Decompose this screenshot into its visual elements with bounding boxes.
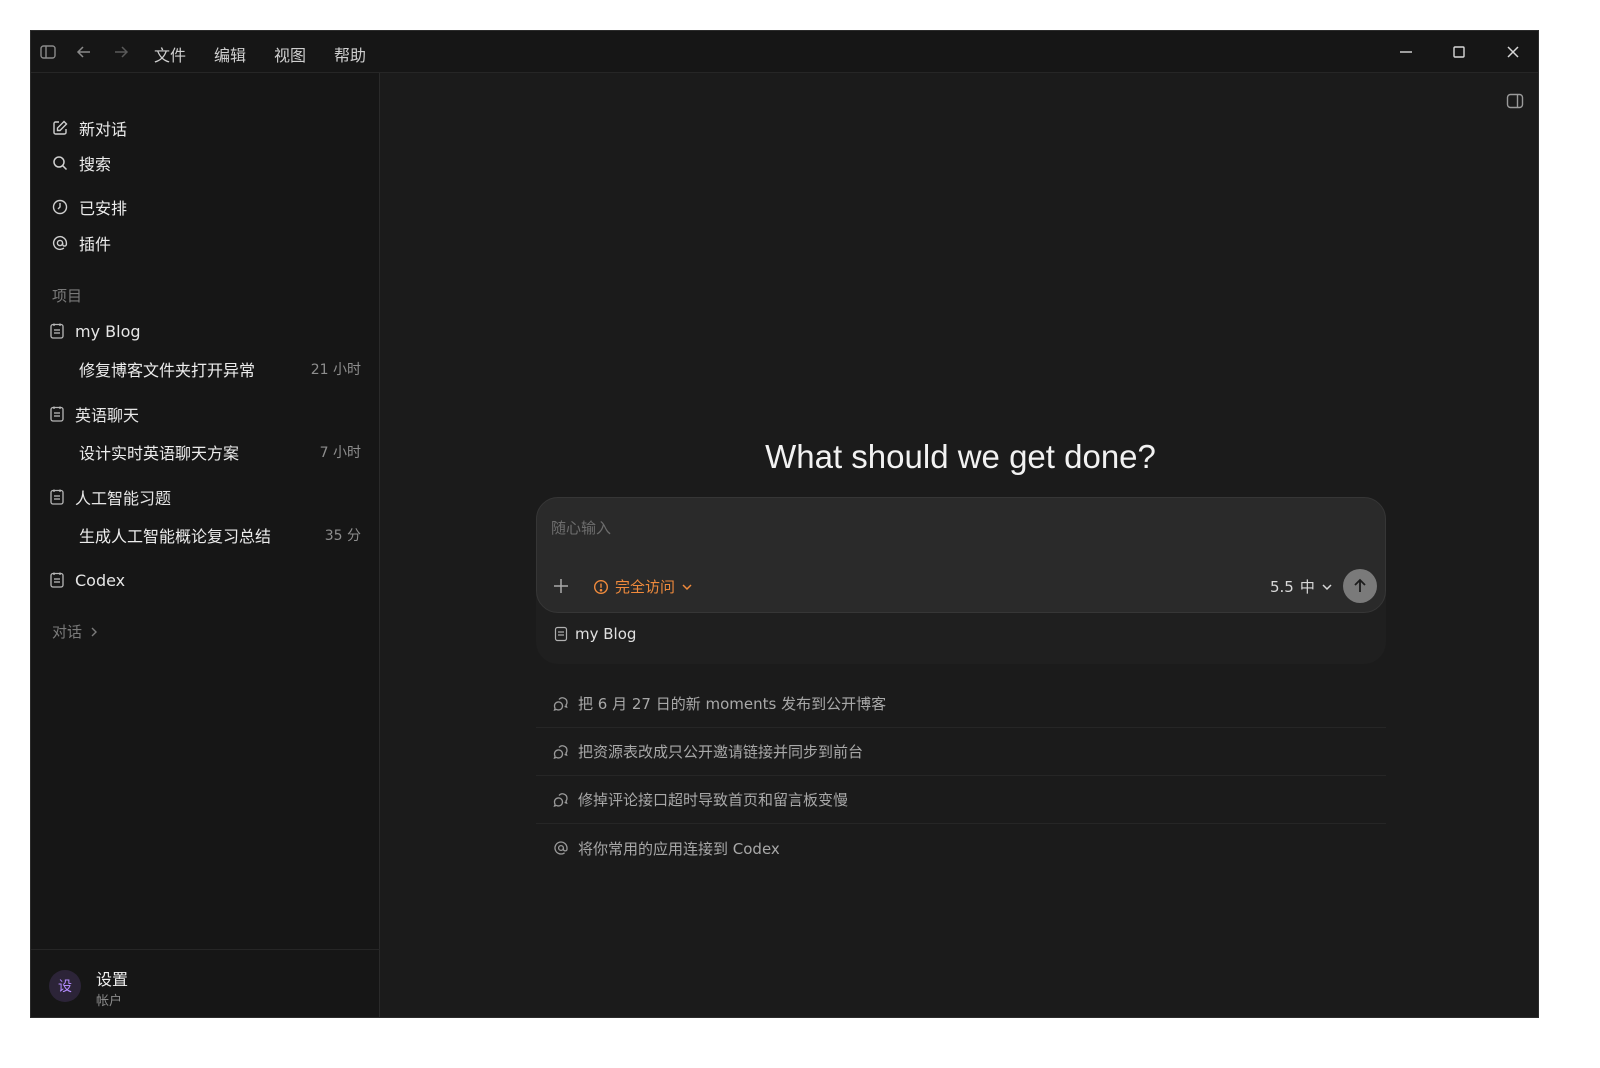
- panel-toggle-icon[interactable]: [1505, 91, 1525, 111]
- close-button[interactable]: [1498, 39, 1528, 65]
- back-arrow-icon[interactable]: [75, 43, 93, 61]
- avatar: 设: [49, 970, 81, 1002]
- suggestion-text: 修掉评论接口超时导致首页和留言板变慢: [578, 791, 849, 809]
- project-name: 人工智能习题: [75, 489, 172, 508]
- arrow-up-icon: [1354, 578, 1366, 592]
- thread-title: 生成人工智能概论复习总结: [79, 527, 272, 546]
- page-title: What should we get done?: [765, 438, 1156, 475]
- notebook-icon: [49, 322, 65, 340]
- chevron-right-icon: [88, 626, 100, 638]
- at-icon: [554, 841, 568, 855]
- suggestion-item[interactable]: 把 6 月 27 日的新 moments 发布到公开博客: [536, 680, 1386, 728]
- suggestion-list: 把 6 月 27 日的新 moments 发布到公开博客 把资源表改成只公开邀请…: [536, 680, 1386, 872]
- chat-bubble-icon: [553, 744, 568, 759]
- suggestion-item[interactable]: 将你常用的应用连接到 Codex: [536, 824, 1386, 872]
- add-attachment-button[interactable]: [551, 576, 571, 596]
- notebook-icon: [554, 626, 568, 642]
- menu-view[interactable]: 视图: [274, 42, 306, 66]
- project-selector[interactable]: my Blog: [554, 625, 636, 643]
- composer-box: 完全访问 5.5 中: [536, 497, 1386, 613]
- model-version: 5.5: [1270, 577, 1294, 596]
- sidebar: 新对话 搜索 已安排 插件 项目 my Blog 修复博客文件夹打开异常 21 …: [31, 73, 380, 1017]
- project-codex[interactable]: Codex: [49, 566, 125, 594]
- sidebar-scheduled[interactable]: 已安排: [51, 193, 127, 221]
- at-icon: [51, 234, 69, 252]
- warning-icon: [593, 579, 609, 595]
- thread-item[interactable]: 修复博客文件夹打开异常 21 小时: [79, 355, 361, 383]
- project-name: Codex: [75, 570, 126, 590]
- thread-title: 修复博客文件夹打开异常: [79, 361, 256, 380]
- menu-help[interactable]: 帮助: [334, 42, 366, 66]
- conversations-heading: 对话: [52, 623, 83, 641]
- suggestion-text: 把 6 月 27 日的新 moments 发布到公开博客: [578, 695, 887, 713]
- menu-file[interactable]: 文件: [154, 42, 186, 66]
- search-icon: [51, 154, 69, 172]
- menu-edit[interactable]: 编辑: [214, 42, 246, 66]
- sidebar-footer[interactable]: 设 设置 帐户: [31, 949, 380, 1017]
- maximize-button[interactable]: [1444, 39, 1474, 65]
- sidebar-item-label: 插件: [79, 235, 112, 254]
- thread-title: 设计实时英语聊天方案: [79, 444, 240, 463]
- reasoning-effort: 中: [1299, 578, 1315, 596]
- suggestion-item[interactable]: 把资源表改成只公开邀请链接并同步到前台: [536, 728, 1386, 776]
- suggestion-text: 把资源表改成只公开邀请链接并同步到前台: [578, 743, 864, 761]
- model-selector[interactable]: 5.5 中: [1270, 576, 1333, 597]
- sidebar-search[interactable]: 搜索: [51, 149, 111, 177]
- clock-icon: [51, 198, 69, 216]
- chevron-down-icon: [1321, 581, 1333, 593]
- project-name: 英语聊天: [75, 406, 140, 425]
- chat-bubble-icon: [553, 696, 568, 711]
- notebook-icon: [49, 571, 65, 589]
- main-panel: What should we get done? 完全访问 5.: [381, 73, 1538, 1017]
- suggestion-text: 将你常用的应用连接到 Codex: [578, 839, 780, 858]
- thread-item[interactable]: 设计实时英语聊天方案 7 小时: [79, 438, 361, 466]
- account-label: 帐户: [96, 994, 123, 1009]
- edit-icon: [51, 119, 69, 137]
- conversations-section-toggle[interactable]: 对话: [52, 621, 100, 642]
- minimize-button[interactable]: [1391, 39, 1421, 65]
- title-bar: 文件 编辑 视图 帮助: [31, 31, 1538, 73]
- forward-arrow-icon[interactable]: [112, 43, 130, 61]
- sidebar-toggle-icon[interactable]: [39, 43, 57, 61]
- notebook-icon: [49, 405, 65, 423]
- suggestion-item[interactable]: 修掉评论接口超时导致首页和留言板变慢: [536, 776, 1386, 824]
- prompt-input[interactable]: [551, 516, 1251, 540]
- sidebar-new-chat[interactable]: 新对话: [51, 114, 127, 142]
- project-my-blog[interactable]: my Blog: [49, 317, 141, 345]
- chevron-down-icon: [681, 581, 693, 593]
- thread-item[interactable]: 生成人工智能概论复习总结 35 分: [79, 521, 361, 549]
- composer: 完全访问 5.5 中 my Blog: [536, 497, 1386, 664]
- app-window: 文件 编辑 视图 帮助 新对话 搜索 已安排 插件 项目 my Blog 修复博…: [30, 30, 1539, 1018]
- thread-time: 35 分: [324, 528, 361, 544]
- thread-time: 21 小时: [310, 362, 361, 378]
- settings-label: 设置: [96, 970, 129, 989]
- sidebar-item-label: 新对话: [79, 120, 128, 139]
- access-level-label: 完全访问: [615, 578, 676, 596]
- sidebar-item-label: 已安排: [79, 199, 128, 218]
- send-button[interactable]: [1343, 569, 1377, 603]
- chat-bubble-icon: [553, 792, 568, 807]
- project-chip-label: my Blog: [575, 625, 637, 643]
- thread-time: 7 小时: [319, 445, 361, 461]
- sidebar-plugins[interactable]: 插件: [51, 229, 111, 257]
- plus-icon: [554, 579, 568, 593]
- project-ai-exercises[interactable]: 人工智能习题: [49, 483, 171, 511]
- access-level-dropdown[interactable]: 完全访问: [593, 576, 693, 597]
- sidebar-item-label: 搜索: [79, 155, 112, 174]
- project-name: my Blog: [75, 321, 141, 341]
- notebook-icon: [49, 488, 65, 506]
- projects-heading: 项目: [52, 287, 83, 305]
- project-english-chat[interactable]: 英语聊天: [49, 400, 139, 428]
